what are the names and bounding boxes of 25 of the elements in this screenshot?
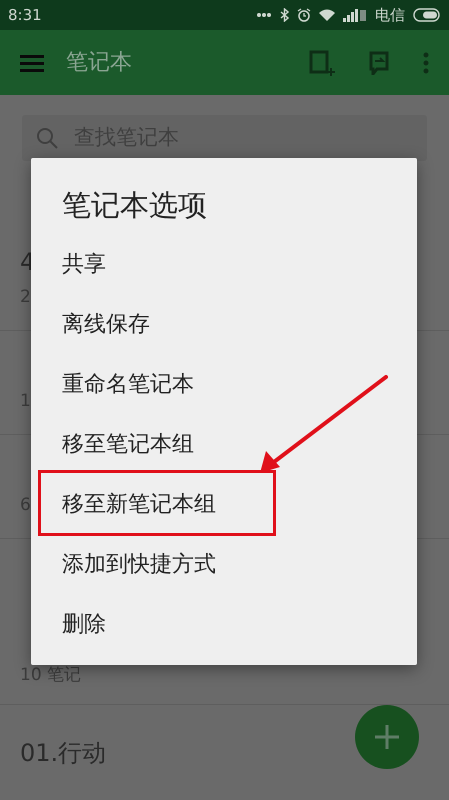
note-sync-icon[interactable] (369, 50, 389, 74)
plus-icon (375, 725, 399, 749)
alarm-icon (297, 8, 311, 22)
app-title: 笔记本 (66, 49, 132, 77)
more-icon[interactable] (423, 52, 429, 74)
search-icon (36, 127, 58, 149)
menu-option[interactable]: 删除 (31, 595, 417, 655)
menu-option[interactable]: 添加到快捷方式 (31, 535, 417, 595)
dialog-title: 笔记本选项 (61, 187, 208, 224)
notebook-add-icon[interactable] (309, 50, 335, 76)
menu-button[interactable] (20, 54, 44, 72)
clock-time: 8:31 (8, 4, 42, 26)
signal-icon (343, 8, 367, 22)
menu-icon (20, 54, 44, 72)
menu-option[interactable]: 共享 (31, 235, 417, 295)
bluetooth-icon (280, 8, 289, 22)
menu-option[interactable]: 重命名笔记本 (31, 355, 417, 415)
notification-dots-icon (256, 12, 272, 18)
battery-icon (413, 8, 441, 22)
menu-option[interactable]: 移至新笔记本组 (31, 475, 417, 535)
carrier-name: 电信 (375, 4, 405, 26)
wifi-icon (319, 8, 335, 22)
menu-option[interactable]: 离线保存 (31, 295, 417, 355)
notebook-title: 01.行动 (20, 738, 106, 768)
menu-option[interactable]: 移至笔记本组 (31, 415, 417, 475)
